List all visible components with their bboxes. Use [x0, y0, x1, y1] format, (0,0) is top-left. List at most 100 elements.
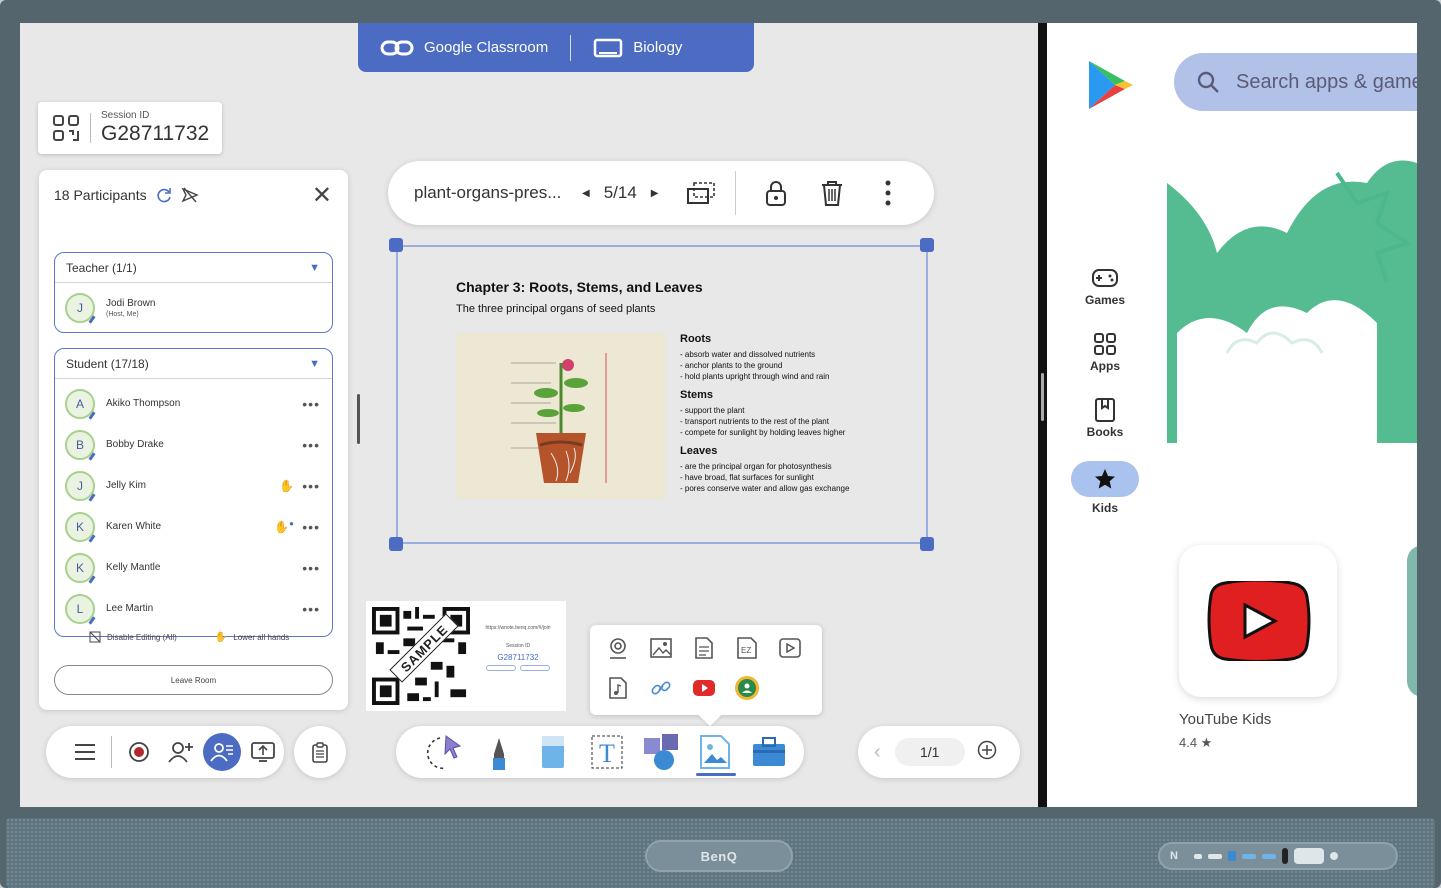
participant-row[interactable]: B Bobby Drake ••• [55, 424, 332, 465]
more-options-icon[interactable]: ••• [302, 478, 320, 494]
nav-books[interactable]: Books [1067, 395, 1143, 439]
chevron-down-icon[interactable]: ▼ [309, 262, 320, 274]
more-options-icon[interactable]: ••• [302, 396, 320, 412]
close-icon[interactable]: ✕ [312, 184, 332, 208]
resize-handle[interactable] [920, 238, 934, 252]
session-id-value: G28711732 [101, 122, 210, 145]
split-grip[interactable] [1041, 373, 1044, 421]
teacher-group-label: Teacher (1/1) [66, 260, 137, 275]
send-off-icon[interactable] [181, 186, 199, 204]
screen-share-icon[interactable] [243, 741, 284, 763]
text-tool-icon[interactable]: T [580, 730, 634, 774]
participant-name: Akiko Thompson [106, 398, 181, 409]
document-icon[interactable] [690, 635, 718, 661]
nav-games[interactable]: Games [1067, 263, 1143, 307]
more-options-icon[interactable]: ••• [302, 519, 320, 535]
refresh-icon[interactable] [155, 186, 173, 204]
classroom-icon[interactable] [733, 675, 761, 701]
section-line: - compete for sunlight by holding leaves… [680, 428, 846, 437]
insert-media-icon[interactable] [688, 730, 742, 776]
participant-row[interactable]: J Jelly Kim ✋ ••• [55, 465, 332, 506]
webcam-icon[interactable] [604, 635, 632, 661]
more-options-icon[interactable]: ••• [302, 437, 320, 453]
lasso-select-icon[interactable] [418, 730, 472, 774]
nav-label: Kids [1091, 501, 1118, 515]
prev-page-icon[interactable]: ◀ [582, 188, 590, 199]
book-icon [1094, 395, 1116, 425]
student-group-header[interactable]: Student (17/18) ▼ [55, 349, 332, 379]
link-icon[interactable] [647, 675, 675, 701]
lower-hands-button[interactable]: ✋ Lower all hands [215, 631, 290, 643]
qr-code-icon [53, 115, 79, 141]
toolbar-divider [734, 171, 736, 215]
crop-icon[interactable] [679, 181, 723, 205]
resize-handle[interactable] [389, 238, 403, 252]
presentation-slide[interactable]: Chapter 3: Roots, Stems, and Leaves The … [416, 255, 906, 535]
section-line: - have broad, flat surfaces for sunlight [680, 473, 814, 482]
record-icon[interactable] [118, 741, 159, 763]
participant-row[interactable]: J Jodi Brown (Host, Me) [55, 283, 332, 332]
audio-icon[interactable] [604, 675, 632, 701]
eraser-icon[interactable] [526, 730, 580, 774]
more-options-icon[interactable]: ••• [302, 601, 320, 617]
whiteboard-canvas[interactable]: Google Classroom Biology Session ID G287… [20, 23, 1038, 807]
disable-editing-button[interactable]: Disable Editing (All) [89, 631, 177, 643]
hand-icon: ✋ [214, 631, 228, 643]
participant-role: (Host, Me) [106, 311, 139, 318]
page-indicator[interactable]: 1/1 [894, 738, 965, 766]
slide-title: Chapter 3: Roots, Stems, and Leaves [456, 279, 703, 295]
teacher-group-header[interactable]: Teacher (1/1) ▼ [55, 253, 332, 283]
youtube-icon[interactable] [690, 675, 718, 701]
nav-kids[interactable]: Kids [1067, 461, 1143, 515]
lock-icon[interactable] [754, 179, 798, 207]
google-classroom-link[interactable]: Google Classroom [358, 39, 570, 56]
clipboard-button[interactable] [294, 726, 346, 778]
resize-handle[interactable] [389, 537, 403, 551]
image-icon[interactable] [647, 635, 675, 661]
chevron-down-icon[interactable]: ▼ [309, 358, 320, 370]
raised-hand-icon[interactable]: ✋● [274, 519, 294, 534]
class-selector[interactable]: Biology [571, 38, 704, 58]
video-icon[interactable] [776, 635, 804, 661]
lower-hand-icon[interactable]: ✋ [279, 479, 294, 493]
avatar: K [65, 552, 95, 583]
copy-button[interactable] [486, 665, 516, 671]
split-divider[interactable] [1038, 23, 1047, 807]
youtube-kids-app-card[interactable] [1179, 545, 1337, 697]
panel-actions: Disable Editing (All) ✋ Lower all hands [89, 631, 289, 643]
participants-button[interactable] [201, 733, 242, 771]
shapes-icon[interactable] [634, 730, 688, 774]
participant-row[interactable]: L Lee Martin ••• [55, 588, 332, 629]
qr-join-card[interactable]: SAMPLE https://wnote.benq.com/#/join Ses… [366, 601, 566, 711]
ez-icon[interactable]: EZ [733, 635, 761, 661]
add-user-icon[interactable] [160, 740, 201, 764]
participants-count: 18 Participants [54, 187, 147, 203]
participant-row[interactable]: A Akiko Thompson ••• [55, 383, 332, 424]
menu-icon[interactable] [64, 743, 105, 761]
prev-page-icon[interactable]: ‹ [874, 741, 881, 764]
resize-handle[interactable] [920, 537, 934, 551]
trash-icon[interactable] [810, 179, 854, 207]
class-name: Biology [633, 39, 683, 56]
nav-label: Apps [1090, 359, 1120, 373]
share-button[interactable] [520, 665, 550, 671]
next-app-card[interactable] [1407, 545, 1417, 697]
search-bar[interactable]: Search apps & games [1174, 53, 1417, 111]
participant-row[interactable]: K Kelly Mantle ••• [55, 547, 332, 588]
more-vert-icon[interactable] [866, 180, 910, 206]
tool-dock: T [396, 726, 804, 778]
page-dock: ‹ 1/1 [858, 726, 1020, 778]
toolbox-icon[interactable] [742, 730, 796, 774]
next-page-icon[interactable]: ▶ [651, 188, 659, 199]
scrollbar[interactable] [357, 394, 360, 444]
add-page-icon[interactable] [977, 740, 997, 765]
slide-section-leaves: Leaves - are the principal organ for pho… [680, 445, 900, 494]
qr-session-id: G28711732 [497, 653, 539, 662]
session-id-card[interactable]: Session ID G28711732 [38, 102, 222, 154]
pen-icon[interactable] [472, 730, 526, 774]
participant-row[interactable]: K Karen White ✋● ••• [55, 506, 332, 547]
section-line: - support the plant [680, 406, 745, 415]
more-options-icon[interactable]: ••• [302, 560, 320, 576]
nav-apps[interactable]: Apps [1067, 329, 1143, 373]
leave-room-button[interactable]: Leave Room [54, 665, 333, 695]
